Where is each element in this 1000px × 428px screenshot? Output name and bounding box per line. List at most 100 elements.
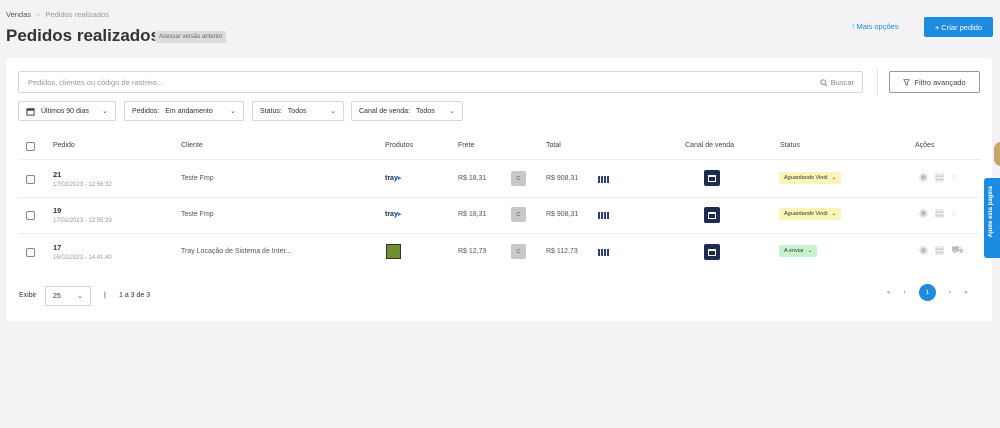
- freight-value: R$ 18,31: [458, 211, 487, 218]
- client-name[interactable]: Tray Locação de Sistema de Inter...: [181, 248, 291, 255]
- print-icon[interactable]: ▤: [935, 245, 944, 258]
- chevron-down-icon: ⌄: [449, 108, 455, 115]
- row-actions: ◉ ▤ ◌: [919, 208, 957, 219]
- search-icon: [819, 78, 828, 87]
- store-icon: [704, 244, 720, 260]
- feedback-tab-label: Ajude esta página: [988, 186, 994, 238]
- breadcrumb-vendas[interactable]: Vendas: [6, 10, 31, 19]
- truck-icon[interactable]: ⛟: [951, 245, 964, 258]
- status-value: Todos: [287, 107, 307, 115]
- chevron-down-icon: ⌄: [330, 108, 336, 115]
- row-actions: ◉ ▤ ◌: [919, 172, 957, 183]
- pagination: « ‹ 1 › »: [887, 284, 968, 301]
- period-dropdown[interactable]: Últimos 90 dias ⌄: [18, 101, 116, 121]
- status-label: Status:: [260, 107, 282, 115]
- status-label-row: Aguardando Vindi: [784, 175, 828, 181]
- store-icon: [704, 207, 720, 223]
- orders-dropdown[interactable]: Pedidos: Em andamento ⌄: [124, 101, 244, 121]
- payment-icon: [598, 249, 609, 256]
- order-id[interactable]: 19: [53, 206, 61, 215]
- divider: [18, 159, 980, 160]
- select-all-checkbox[interactable]: [26, 142, 35, 151]
- breadcrumb: Vendas › Pedidos realizados: [6, 10, 109, 19]
- page-size-value: 25: [53, 292, 61, 300]
- chevron-down-icon: ⌄: [831, 175, 837, 181]
- col-actions: Ações: [915, 142, 935, 149]
- status-dropdown-row[interactable]: Aguardando Vindi ⌄: [779, 172, 842, 184]
- divider: [18, 197, 980, 198]
- view-icon[interactable]: ◉: [919, 208, 928, 219]
- calendar-icon: [26, 107, 35, 116]
- view-icon[interactable]: ◉: [919, 172, 928, 183]
- filter-icon: [903, 78, 911, 86]
- breadcrumb-current: Pedidos realizados: [45, 10, 109, 19]
- product-name: tray: [385, 175, 398, 182]
- divider: [877, 70, 878, 96]
- order-date: 16/02/2023 - 14:41:40: [53, 255, 112, 261]
- col-products: Produtos: [385, 142, 414, 149]
- carrier-badge: C: [511, 244, 526, 259]
- side-avatar[interactable]: [994, 142, 1000, 166]
- divider: [18, 233, 980, 234]
- order-id[interactable]: 21: [53, 170, 61, 179]
- status-label-row: A enviar: [784, 248, 804, 254]
- print-icon[interactable]: ▤: [935, 208, 944, 219]
- total-value: R$ 112,73: [546, 248, 578, 255]
- freight-value: R$ 18,31: [458, 175, 487, 182]
- channel-label: Canal de venda:: [359, 107, 410, 115]
- row-checkbox[interactable]: [26, 175, 35, 184]
- advanced-filter-label: Filtro avançado: [914, 77, 966, 87]
- status-dropdown-row[interactable]: A enviar ⌄: [779, 245, 818, 257]
- print-icon[interactable]: ▤: [935, 172, 944, 183]
- divider-bar: |: [104, 292, 106, 299]
- payment-icon: [598, 176, 609, 183]
- total-value: R$ 908,31: [546, 211, 579, 218]
- period-value: Últimos 90 dias: [41, 107, 89, 115]
- freight-value: R$ 12,73: [458, 248, 487, 255]
- total-value: R$ 908,31: [546, 175, 579, 182]
- order-date: 17/02/2023 - 12:55:29: [53, 218, 112, 224]
- product-thumbnail[interactable]: [386, 244, 401, 259]
- page-1-button[interactable]: 1: [918, 284, 936, 301]
- col-freight: Frete: [458, 142, 475, 149]
- col-channel: Canal de venda: [685, 142, 735, 149]
- col-status: Status: [780, 142, 800, 149]
- legacy-version-button[interactable]: Acessar versão anterior: [155, 31, 227, 43]
- last-page-button[interactable]: »: [964, 289, 968, 296]
- page-size-label: Exibir: [19, 292, 37, 299]
- payment-icon: [598, 212, 609, 219]
- search-button-label: Buscar: [830, 78, 854, 87]
- col-total[interactable]: Total: [546, 142, 561, 149]
- status-dropdown-row[interactable]: Aguardando Vindi ⌄: [779, 208, 842, 220]
- product-logo[interactable]: tray▸: [385, 210, 401, 218]
- status-label-row: Aguardando Vindi: [784, 211, 828, 217]
- feedback-tab[interactable]: Ajude esta página: [984, 178, 1000, 258]
- product-logo[interactable]: tray▸: [385, 174, 401, 182]
- chevron-down-icon: ⌄: [77, 293, 83, 300]
- order-id[interactable]: 17: [53, 243, 61, 252]
- first-page-button[interactable]: «: [887, 289, 891, 296]
- search-placeholder: Pedidos, clientes ou código de rastreio.…: [28, 78, 164, 87]
- more-options-button[interactable]: ⁝ Mais opções: [852, 22, 899, 31]
- order-date: 17/02/2023 - 12:56:32: [53, 182, 112, 188]
- whatsapp-icon[interactable]: ◌: [951, 172, 957, 183]
- row-checkbox[interactable]: [26, 211, 35, 220]
- search-input[interactable]: Pedidos, clientes ou código de rastreio.…: [18, 71, 863, 93]
- page-size-select[interactable]: 25 ⌄: [45, 286, 91, 306]
- search-button[interactable]: Buscar: [819, 78, 854, 87]
- view-icon[interactable]: ◉: [919, 245, 928, 258]
- next-page-button[interactable]: ›: [949, 289, 951, 296]
- status-dropdown[interactable]: Status: Todos ⌄: [252, 101, 344, 121]
- client-name[interactable]: Teste Fmp: [181, 211, 214, 218]
- whatsapp-icon[interactable]: ◌: [951, 208, 957, 219]
- prev-page-button[interactable]: ‹: [904, 289, 906, 296]
- channel-dropdown[interactable]: Canal de venda: Todos ⌄: [351, 101, 463, 121]
- create-order-button[interactable]: + Criar pedido: [924, 17, 993, 37]
- row-checkbox[interactable]: [26, 248, 35, 257]
- carrier-badge: C: [511, 171, 526, 186]
- col-client[interactable]: Cliente: [181, 142, 203, 149]
- client-name[interactable]: Teste Fmp: [181, 175, 214, 182]
- col-order[interactable]: Pedido: [53, 142, 75, 149]
- chevron-down-icon: ⌄: [807, 248, 813, 254]
- advanced-filter-button[interactable]: Filtro avançado: [889, 71, 980, 93]
